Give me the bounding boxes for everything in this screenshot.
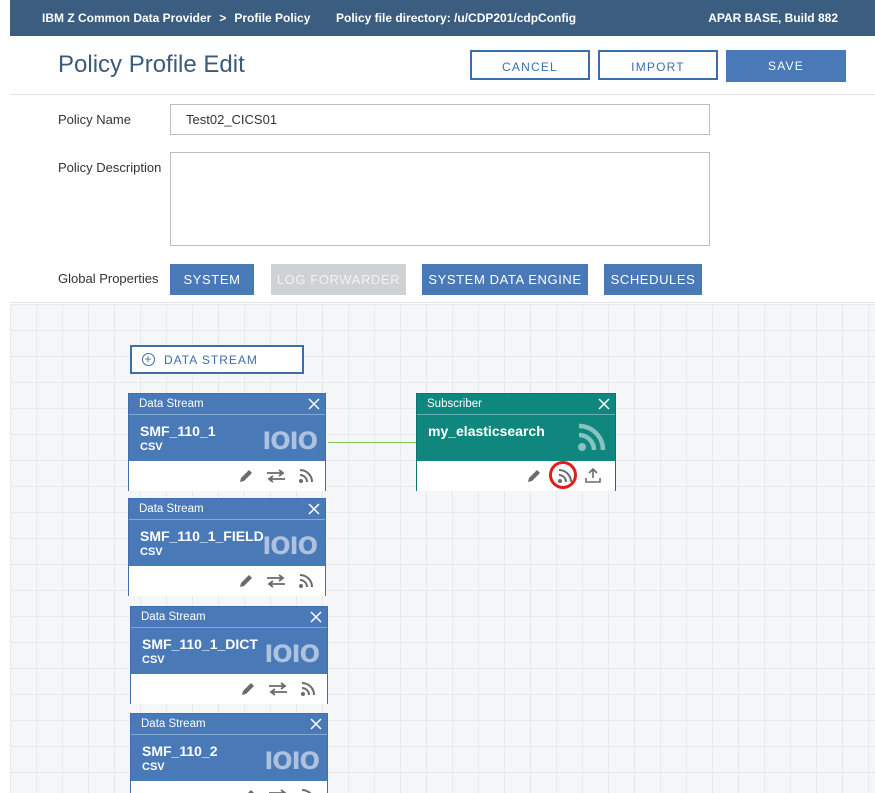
policy-directory: Policy file directory: /u/CDP201/cdpConf…	[336, 11, 577, 25]
node-header: Data Stream SMF_110_1_DICT CSV IOIO	[131, 607, 327, 674]
transform-icon[interactable]	[267, 680, 289, 698]
transform-icon[interactable]	[265, 467, 287, 485]
node-toolbar	[131, 674, 327, 704]
node-header: Data Stream SMF_110_2 CSV IOIO	[131, 714, 327, 781]
system-button[interactable]: SYSTEM	[170, 264, 254, 295]
data-stream-node[interactable]: Data Stream SMF_110_2 CSV IOIO	[130, 713, 328, 793]
node-header: Subscriber my_elasticsearch	[417, 394, 615, 461]
app-frame: IBM Z Common Data Provider > Profile Polic…	[10, 0, 875, 793]
transform-icon[interactable]	[265, 572, 287, 590]
node-header: Data Stream SMF_110_1_FIELD CSV IOIO	[129, 499, 325, 566]
node-toolbar	[129, 461, 325, 491]
binary-stream-icon: IOIO	[264, 747, 320, 775]
node-divider	[131, 734, 327, 735]
header-divider	[10, 94, 875, 95]
close-icon[interactable]	[310, 611, 322, 623]
node-kind: Data Stream	[139, 503, 204, 515]
node-kind: Data Stream	[141, 718, 206, 730]
form-divider	[10, 302, 875, 303]
policy-description-input[interactable]	[170, 152, 710, 246]
top-bar: IBM Z Common Data Provider > Profile Polic…	[10, 0, 875, 36]
close-icon[interactable]	[310, 718, 322, 730]
breadcrumb-page: Profile Policy	[234, 11, 311, 25]
stream-name: SMF_110_2	[142, 743, 218, 759]
breadcrumb-app[interactable]: IBM Z Common Data Provider	[42, 11, 211, 25]
breadcrumb-separator: >	[219, 11, 227, 25]
edit-icon[interactable]	[239, 787, 257, 793]
node-divider	[129, 519, 325, 520]
policy-canvas[interactable]: + DATA STREAM Data Stream SMF_110_1 CSV …	[10, 304, 875, 793]
stream-format: CSV	[142, 761, 165, 773]
edit-icon[interactable]	[525, 467, 543, 485]
log-forwarder-button[interactable]: LOG FORWARDER	[271, 264, 406, 295]
node-divider	[131, 627, 327, 628]
node-toolbar	[131, 781, 327, 793]
stream-name: SMF_110_1_DICT	[142, 636, 258, 652]
subscribe-icon[interactable]	[297, 572, 315, 590]
node-kind: Data Stream	[139, 398, 204, 410]
upload-icon[interactable]	[584, 466, 602, 484]
global-properties-label: Global Properties	[58, 271, 159, 286]
stream-name: SMF_110_1	[140, 423, 216, 439]
node-header: Data Stream SMF_110_1 CSV IOIO	[129, 394, 325, 461]
node-divider	[129, 414, 325, 415]
edit-icon[interactable]	[239, 680, 257, 698]
stream-format: CSV	[140, 546, 163, 558]
node-divider	[417, 414, 615, 415]
page-title: Policy Profile Edit	[58, 51, 245, 78]
binary-stream-icon: IOIO	[262, 532, 318, 560]
node-kind: Subscriber	[427, 398, 482, 410]
save-button[interactable]: SAVE	[726, 50, 846, 82]
close-icon[interactable]	[308, 503, 320, 515]
rss-icon	[578, 423, 606, 451]
schedules-button[interactable]: SCHEDULES	[604, 264, 702, 295]
transform-icon[interactable]	[267, 787, 289, 793]
data-stream-node[interactable]: Data Stream SMF_110_1_DICT CSV IOIO	[130, 606, 328, 704]
subscribe-icon[interactable]	[299, 787, 317, 793]
policy-name-label: Policy Name	[58, 112, 131, 127]
subscribe-icon[interactable]	[299, 680, 317, 698]
breadcrumb: IBM Z Common Data Provider > Profile Polic…	[42, 11, 310, 25]
policy-description-label: Policy Description	[58, 160, 162, 175]
system-data-engine-button[interactable]: SYSTEM DATA ENGINE	[422, 264, 588, 295]
build-info: APAR BASE, Build 882	[708, 11, 838, 25]
plus-circle-icon: +	[142, 353, 155, 366]
edit-icon[interactable]	[237, 467, 255, 485]
subscribe-icon[interactable]	[297, 467, 315, 485]
stream-format: CSV	[140, 441, 163, 453]
close-icon[interactable]	[308, 398, 320, 410]
cancel-button[interactable]: CANCEL	[470, 50, 590, 80]
add-data-stream-button[interactable]: + DATA STREAM	[130, 345, 304, 374]
node-toolbar	[417, 461, 615, 491]
import-button[interactable]: IMPORT	[598, 50, 718, 80]
stream-name: SMF_110_1_FIELD	[140, 528, 264, 544]
node-toolbar	[129, 566, 325, 596]
stream-format: CSV	[142, 654, 165, 666]
node-kind: Data Stream	[141, 611, 206, 623]
data-stream-node[interactable]: Data Stream SMF_110_1_FIELD CSV IOIO	[128, 498, 326, 596]
subscriber-node[interactable]: Subscriber my_elasticsearch	[416, 393, 616, 491]
highlight-circle	[549, 461, 577, 489]
binary-stream-icon: IOIO	[264, 640, 320, 668]
edit-icon[interactable]	[237, 572, 255, 590]
policy-name-input[interactable]: Test02_CICS01	[170, 104, 710, 135]
add-data-stream-label: DATA STREAM	[164, 353, 258, 367]
data-stream-node[interactable]: Data Stream SMF_110_1 CSV IOIO	[128, 393, 326, 491]
close-icon[interactable]	[598, 398, 610, 410]
binary-stream-icon: IOIO	[262, 427, 318, 455]
stream-subscriber-connector	[328, 442, 416, 443]
subscriber-name: my_elasticsearch	[428, 423, 545, 439]
